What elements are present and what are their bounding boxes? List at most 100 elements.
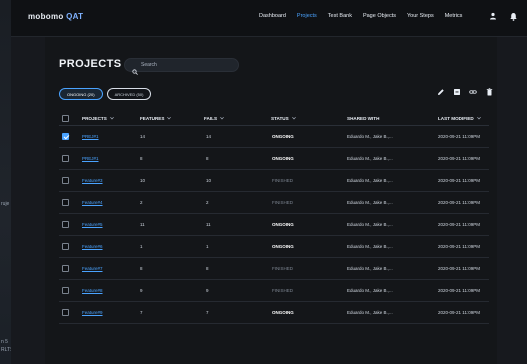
table-row[interactable]: Feature#3 10 10 FINISHED Eduardo M., Jake B.… <box>59 170 489 192</box>
table-row[interactable]: PREJ#1 14 14 ONGOING Eduardo M., Jake B.,...… <box>59 126 489 148</box>
shared-with-cell: Eduardo M., Jake B.,... <box>347 258 393 279</box>
trash-icon[interactable] <box>485 88 493 96</box>
user-icon[interactable] <box>488 11 498 21</box>
bell-icon[interactable] <box>508 11 518 21</box>
row-select-cell <box>62 214 69 235</box>
fails-count: 8 <box>206 156 209 161</box>
archive-icon[interactable] <box>453 88 461 96</box>
row-select-cell <box>62 258 69 279</box>
row-checkbox[interactable] <box>62 221 69 228</box>
features-cell: 14 <box>140 126 145 147</box>
nav-page-objects[interactable]: Page Objects <box>363 13 396 19</box>
select-all-checkbox[interactable] <box>62 114 69 122</box>
row-checkbox[interactable] <box>62 287 69 294</box>
features-count: 9 <box>140 288 143 293</box>
fails-cell: 8 <box>206 258 209 279</box>
row-checkbox[interactable] <box>62 177 69 184</box>
table-row[interactable]: Feature#4 2 2 FINISHED Eduardo M., Jake B.,.… <box>59 192 489 214</box>
fails-count: 2 <box>206 200 209 205</box>
search-input[interactable] <box>141 60 231 69</box>
background-text: ruje <box>1 201 10 207</box>
nav-test-bank[interactable]: Test Bank <box>328 13 352 19</box>
table-row[interactable]: Feature#5 11 11 ONGOING Eduardo M., Jake B.,… <box>59 214 489 236</box>
fails-cell: 9 <box>206 280 209 301</box>
status-badge: ONGOING <box>272 222 294 227</box>
project-link[interactable]: Feature#4 <box>82 200 103 205</box>
status-badge: ONGOING <box>272 134 294 139</box>
last-modified-text: 2020-09-21 11:09PM <box>438 244 480 249</box>
fails-count: 11 <box>206 222 211 227</box>
col-features[interactable]: FEATURES <box>140 111 172 125</box>
shared-with-text: Eduardo M., Jake B.,... <box>347 288 393 293</box>
status-badge: FINISHED <box>272 288 294 293</box>
fails-count: 7 <box>206 310 209 315</box>
projects-panel: PROJECTS ONGOING (20) ARCHIVED (50) <box>45 37 497 364</box>
fails-cell: 14 <box>206 126 211 147</box>
status-cell: FINISHED <box>272 170 293 191</box>
col-modified-label: LAST MODIFIED <box>438 115 474 121</box>
sort-icon <box>109 116 114 120</box>
link-icon[interactable] <box>469 88 477 96</box>
col-status[interactable]: STATUS <box>271 111 296 125</box>
project-link[interactable]: Feature#5 <box>82 222 103 227</box>
col-shared-label: SHARED WITH <box>347 115 380 121</box>
select-all-cell <box>62 111 69 125</box>
app-logo[interactable]: mobomo QAT <box>28 12 83 21</box>
nav-dashboard[interactable]: Dashboard <box>259 13 286 19</box>
col-projects[interactable]: PROJECTS <box>82 111 114 125</box>
table-row[interactable]: Feature#7 8 8 FINISHED Eduardo M., Jake B.,.… <box>59 258 489 280</box>
search-box[interactable] <box>124 58 239 75</box>
fails-count: 9 <box>206 288 209 293</box>
features-cell: 11 <box>140 214 145 235</box>
table-row[interactable]: Feature#8 9 9 FINISHED Eduardo M., Jake B.,.… <box>59 280 489 302</box>
shared-with-text: Eduardo M., Jake B.,... <box>347 178 393 183</box>
last-modified-cell: 2020-09-21 11:09PM <box>438 236 480 257</box>
edit-icon[interactable] <box>437 88 445 96</box>
col-status-label: STATUS <box>271 115 289 121</box>
row-checkbox[interactable] <box>62 243 69 250</box>
col-shared-with[interactable]: SHARED WITH <box>347 111 379 125</box>
project-link[interactable]: Feature#8 <box>82 288 103 293</box>
nav-your-steps[interactable]: Your Steps <box>407 13 434 19</box>
features-count: 14 <box>140 134 146 139</box>
fails-count: 1 <box>206 244 209 249</box>
project-link[interactable]: Feature#7 <box>82 266 103 271</box>
table-row[interactable]: Feature#9 7 7 ONGOING Eduardo M., Jake B.,..… <box>59 302 489 324</box>
row-checkbox[interactable] <box>62 199 69 206</box>
shared-with-text: Eduardo M., Jake B.,... <box>347 244 393 249</box>
shared-with-cell: Eduardo M., Jake B.,... <box>347 126 393 147</box>
project-cell: Feature#7 <box>82 258 103 279</box>
project-link[interactable]: Feature#6 <box>82 244 103 249</box>
row-checkbox[interactable] <box>62 309 69 316</box>
features-count: 11 <box>140 222 145 227</box>
features-cell: 8 <box>140 258 143 279</box>
row-checkbox[interactable] <box>62 265 69 272</box>
col-features-label: FEATURES <box>140 115 165 121</box>
col-last-modified[interactable]: LAST MODIFIED <box>438 111 481 125</box>
project-cell: Feature#9 <box>82 302 103 323</box>
shared-with-text: Eduardo M., Jake B.,... <box>347 200 393 205</box>
nav-metrics[interactable]: Metrics <box>445 13 463 19</box>
last-modified-cell: 2020-09-21 11:09PM <box>438 214 480 235</box>
project-cell: PREJ#1 <box>82 148 99 169</box>
col-fails[interactable]: FAILS <box>204 111 224 125</box>
table-row[interactable]: PREJ#1 8 8 ONGOING Eduardo M., Jake B.,... 20… <box>59 148 489 170</box>
last-modified-cell: 2020-09-21 11:09PM <box>438 148 480 169</box>
project-link[interactable]: PREJ#1 <box>82 156 99 161</box>
project-link[interactable]: Feature#9 <box>82 310 103 315</box>
features-count: 8 <box>140 156 143 161</box>
sort-icon <box>220 116 224 120</box>
ongoing-filter-button[interactable]: ONGOING (20) <box>59 88 103 100</box>
fails-count: 10 <box>206 178 212 183</box>
project-link[interactable]: Feature#3 <box>82 178 103 183</box>
features-count: 10 <box>140 178 146 183</box>
row-checkbox[interactable] <box>62 155 69 162</box>
table-row[interactable]: Feature#6 1 1 ONGOING Eduardo M., Jake B.,..… <box>59 236 489 258</box>
shared-with-cell: Eduardo M., Jake B.,... <box>347 148 393 169</box>
last-modified-cell: 2020-09-21 11:09PM <box>438 258 480 279</box>
row-checkbox[interactable] <box>62 133 69 140</box>
archived-filter-button[interactable]: ARCHIVED (50) <box>106 88 152 100</box>
status-badge: FINISHED <box>272 178 294 183</box>
nav-projects[interactable]: Projects <box>297 13 317 19</box>
project-link[interactable]: PREJ#1 <box>82 134 99 139</box>
